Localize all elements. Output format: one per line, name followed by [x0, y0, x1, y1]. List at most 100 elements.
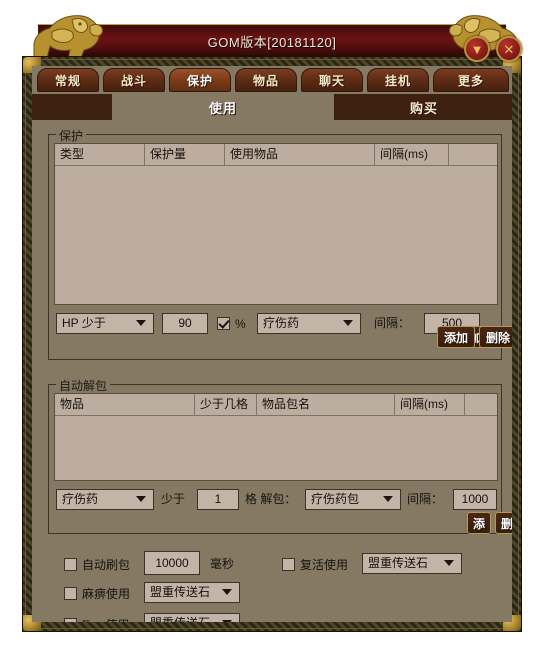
auto-refresh-pack-checkbox[interactable]: 自动刷包 — [64, 554, 130, 575]
unpack-col-extra — [465, 394, 497, 415]
revive-use-label: 复活使用 — [300, 558, 349, 572]
checkbox-icon — [217, 317, 230, 330]
protect-col-amount: 保护量 — [145, 144, 225, 165]
unpack-table[interactable]: 物品 少于几格 物品包名 间隔(ms) — [54, 393, 498, 481]
protect-col-extra — [449, 144, 497, 165]
unpack-interval-label: 间隔： — [407, 492, 444, 506]
unpack-col-slots: 少于几格 — [195, 394, 257, 415]
close-icon: ✕ — [503, 41, 515, 57]
sub-tab-bar: 使用 购买 — [32, 94, 512, 120]
app-root: GOM版本[20181120] ▼ ✕ 常规 战斗 保护 物品 聊天 挂机 更多… — [0, 0, 544, 658]
tab-autoplay[interactable]: 挂机 — [367, 68, 429, 92]
checkbox-icon — [64, 618, 77, 622]
tab-combat-label: 战斗 — [120, 73, 147, 88]
unpack-pack-select[interactable]: 疗伤药包 — [305, 489, 401, 510]
window-title: GOM版本[20181120] — [207, 35, 337, 50]
tab-content-protect-use: 保护 类型 保护量 使用物品 间隔(ms) HP 少于 90 % 疗伤药 间隔：… — [32, 120, 512, 622]
subtab-buy[interactable]: 购买 — [334, 94, 512, 120]
chevron-down-icon — [444, 560, 454, 566]
checkbox-icon — [282, 558, 295, 571]
auto-refresh-interval-input[interactable]: 10000 — [144, 551, 200, 575]
paralysis-use-checkbox[interactable]: 麻痹使用 — [64, 583, 130, 604]
paralysis-use-select-value: 盟重传送石 — [150, 585, 211, 599]
esc-use-select-value: 盟重传送石 — [150, 616, 210, 622]
revive-use-select[interactable]: 盟重传送石 — [362, 553, 462, 574]
tab-autoplay-label: 挂机 — [384, 73, 411, 88]
esc-use-checkbox[interactable]: Esc 使用 — [64, 614, 129, 622]
unpack-col-interval: 间隔(ms) — [395, 394, 465, 415]
unpack-count-value: 1 — [214, 492, 222, 506]
protect-col-type: 类型 — [55, 144, 145, 165]
paralysis-use-select[interactable]: 盟重传送石 — [144, 582, 240, 603]
unpack-lessthan-label: 少于 — [161, 492, 186, 506]
unpack-table-body[interactable] — [55, 416, 497, 480]
protect-controls: HP 少于 90 % 疗伤药 间隔： 500 — [49, 313, 503, 339]
title-bar: GOM版本[20181120] — [38, 24, 506, 58]
protect-table[interactable]: 类型 保护量 使用物品 间隔(ms) — [54, 143, 498, 305]
tab-protect-label: 保护 — [186, 73, 213, 88]
chevron-down-icon — [222, 620, 232, 622]
main-tab-bar: 常规 战斗 保护 物品 聊天 挂机 更多 — [32, 66, 512, 94]
chevron-down-icon — [136, 496, 146, 502]
subtab-use-label: 使用 — [208, 100, 237, 116]
tab-items-label: 物品 — [252, 73, 279, 88]
unpack-item-select[interactable]: 疗伤药 — [56, 489, 154, 510]
unpack-group: 自动解包 物品 少于几格 物品包名 间隔(ms) 疗伤药 少于 1 格 解包： … — [48, 377, 503, 534]
checkbox-icon — [64, 558, 77, 571]
revive-use-checkbox[interactable]: 复活使用 — [282, 554, 348, 575]
chevron-down-icon — [222, 589, 232, 595]
protect-type-select[interactable]: HP 少于 — [56, 313, 154, 334]
unpack-item-select-value: 疗伤药 — [62, 492, 99, 506]
protect-interval-label: 间隔： — [374, 316, 411, 330]
protect-delete-btn[interactable]: 删除 — [479, 326, 512, 348]
tab-chat-label: 聊天 — [318, 73, 345, 88]
chevron-down-icon — [383, 496, 393, 502]
unpack-add-btn[interactable]: 添 — [467, 512, 491, 534]
protect-col-item: 使用物品 — [225, 144, 375, 165]
protect-percent-label: % — [235, 316, 246, 331]
window-inner: 常规 战斗 保护 物品 聊天 挂机 更多 使用 购买 保护 类型 保护量 使用物… — [32, 66, 512, 622]
protect-table-body[interactable] — [55, 166, 497, 304]
protect-percent-checkbox[interactable]: % — [217, 313, 246, 334]
tab-items[interactable]: 物品 — [235, 68, 297, 92]
protect-col-interval: 间隔(ms) — [375, 144, 449, 165]
tab-general[interactable]: 常规 — [37, 68, 99, 92]
tab-more[interactable]: 更多 — [433, 68, 509, 92]
unpack-grid-label: 格 解包： — [245, 492, 297, 506]
protect-amount-value: 90 — [178, 316, 192, 330]
close-button[interactable]: ✕ — [496, 36, 522, 62]
unpack-pack-select-value: 疗伤药包 — [311, 492, 360, 506]
unpack-group-label: 自动解包 — [56, 377, 111, 394]
tab-chat[interactable]: 聊天 — [301, 68, 363, 92]
subtab-buy-label: 购买 — [409, 100, 438, 116]
unpack-interval-value: 1000 — [461, 492, 489, 506]
unpack-count-input[interactable]: 1 — [197, 489, 239, 510]
tab-more-label: 更多 — [457, 73, 484, 88]
auto-refresh-interval-value: 10000 — [155, 556, 189, 570]
protect-add-btn[interactable]: 添加 — [437, 326, 475, 348]
protect-add-btn-label: 添加 — [443, 330, 468, 345]
protect-item-select[interactable]: 疗伤药 — [257, 313, 361, 334]
protect-amount-input[interactable]: 90 — [162, 313, 208, 334]
chevron-down-icon — [343, 320, 353, 326]
tab-combat[interactable]: 战斗 — [103, 68, 165, 92]
unpack-col-packname: 物品包名 — [257, 394, 395, 415]
revive-use-select-value: 盟重传送石 — [368, 556, 429, 570]
tab-protect[interactable]: 保护 — [169, 68, 231, 92]
window-controls: ▼ ✕ — [464, 36, 526, 66]
checkbox-icon — [64, 587, 77, 600]
unpack-interval-input[interactable]: 1000 — [453, 489, 497, 510]
protect-group: 保护 类型 保护量 使用物品 间隔(ms) HP 少于 90 % 疗伤药 间隔：… — [48, 127, 503, 360]
paralysis-use-label: 麻痹使用 — [82, 587, 131, 601]
unpack-table-header: 物品 少于几格 物品包名 间隔(ms) — [55, 394, 497, 416]
unpack-delete-btn-label: 删 — [500, 516, 512, 531]
protect-item-select-value: 疗伤药 — [263, 316, 300, 330]
unpack-delete-btn[interactable]: 删 — [495, 512, 512, 534]
game-window: GOM版本[20181120] ▼ ✕ 常规 战斗 保护 物品 聊天 挂机 更多… — [14, 8, 530, 640]
unpack-add-btn-label: 添 — [472, 516, 485, 531]
unpack-controls: 疗伤药 少于 1 格 解包： 疗伤药包 间隔： 1000 — [49, 489, 503, 515]
minimize-button[interactable]: ▼ — [464, 36, 490, 62]
subtab-use[interactable]: 使用 — [112, 94, 334, 120]
esc-use-select[interactable]: 盟重传送石 — [144, 613, 240, 622]
protect-group-label: 保护 — [56, 127, 87, 144]
